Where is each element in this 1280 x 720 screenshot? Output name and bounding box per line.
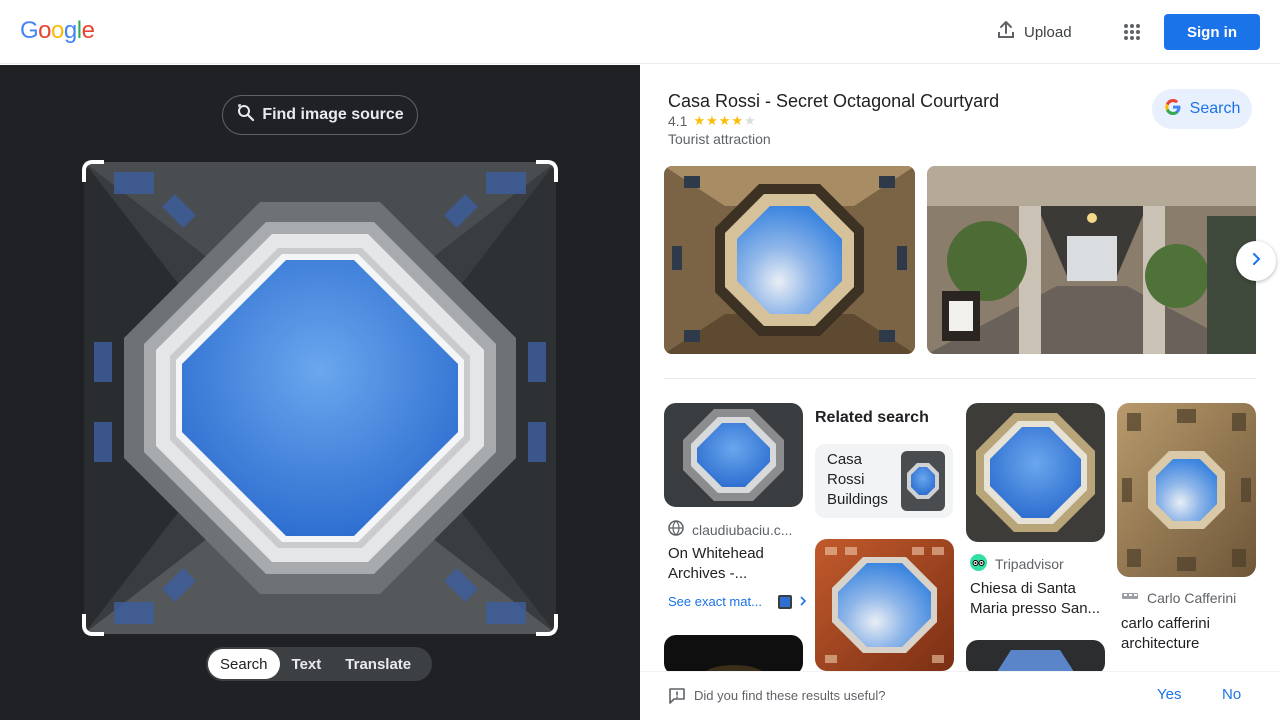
mode-translate-tab[interactable]: Translate [333,649,423,679]
query-image[interactable] [84,162,556,634]
chevron-right-icon [1249,252,1263,271]
place-title[interactable]: Casa Rossi - Secret Octagonal Courtyard [668,91,999,112]
lens-mode-switcher: Search Text Translate [206,647,432,681]
result-source-name: Carlo Cafferini [1147,589,1237,606]
see-exact-matches-link[interactable]: See exact mat... [668,594,808,609]
google-logo[interactable]: Google [20,17,95,45]
carousel-next-button[interactable] [1236,241,1276,281]
chevron-right-icon [798,594,808,609]
result-source[interactable]: claudiubaciu.c... [668,520,792,539]
lens-search-icon [236,103,256,128]
find-image-source-button[interactable]: Find image source [222,95,418,135]
rating-row: 4.1 ★★★★★ [668,113,757,129]
apps-grid-icon[interactable] [1114,14,1150,50]
crop-handle-bottom-left[interactable] [82,614,104,636]
feedback-yes-button[interactable]: Yes [1157,686,1181,703]
upload-label: Upload [1024,23,1072,41]
crop-handle-top-right[interactable] [536,160,558,182]
google-g-icon [1164,98,1182,121]
related-search-thumb [901,451,945,511]
result-source[interactable]: Carlo Cafferini [1121,589,1236,606]
related-search-label: Casa Rossi Buildings [827,451,888,508]
result-title[interactable]: carlo cafferini architecture [1121,614,1253,654]
mode-text-tab[interactable]: Text [280,649,334,679]
result-source-name: claudiubaciu.c... [692,521,793,538]
feedback-no-button[interactable]: No [1222,686,1241,703]
logo-letter: o [51,17,64,44]
feedback-bar: Did you find these results useful? Yes N… [640,671,1280,720]
section-divider [664,378,1256,379]
related-search-heading: Related search [815,409,929,426]
place-photo-corridor[interactable] [927,166,1256,354]
feedback-icon [668,687,686,710]
bus-icon [1121,589,1139,606]
sign-in-button[interactable]: Sign in [1164,14,1260,50]
globe-icon [668,520,684,539]
upload-button[interactable]: Upload [986,14,1082,50]
search-chip-label: Search [1189,100,1241,117]
rating-stars: ★★★★★ [693,113,757,128]
logo-letter: e [81,17,95,44]
see-exact-matches-label: See exact mat... [668,594,762,609]
rating-value: 4.1 [668,113,688,129]
place-type: Tourist attraction [668,131,771,147]
tripadvisor-icon [970,554,987,574]
result-image[interactable] [664,635,803,675]
results-panel: Casa Rossi - Secret Octagonal Courtyard … [640,65,1280,720]
result-source-name: Tripadvisor [995,556,1064,572]
exact-match-thumb [777,594,792,609]
top-bar: Google Upload Sign in [0,0,1280,64]
logo-letter: g [63,17,77,44]
result-title[interactable]: On Whitehead Archives -... [668,544,803,584]
related-search-chip[interactable]: Casa Rossi Buildings [815,444,953,518]
crop-handle-bottom-right[interactable] [536,614,558,636]
result-source[interactable]: Tripadvisor [970,554,1064,574]
result-title[interactable]: Chiesa di Santa Maria presso San... [970,579,1102,619]
result-image[interactable] [1117,403,1256,577]
crop-handle-top-left[interactable] [82,160,104,182]
query-image-panel: Find image source Search Text Translate [0,65,640,720]
result-image[interactable] [815,539,954,671]
result-image[interactable] [966,640,1105,675]
result-image[interactable] [664,403,803,507]
google-search-chip[interactable]: Search [1152,89,1252,129]
feedback-question: Did you find these results useful? [694,688,886,703]
logo-letter: o [38,17,52,44]
upload-icon [996,20,1016,44]
mode-search-tab[interactable]: Search [208,649,280,679]
find-image-source-label: Find image source [262,106,404,123]
place-photo-courtyard[interactable] [664,166,915,354]
result-image[interactable] [966,403,1105,542]
logo-letter: G [20,17,39,44]
